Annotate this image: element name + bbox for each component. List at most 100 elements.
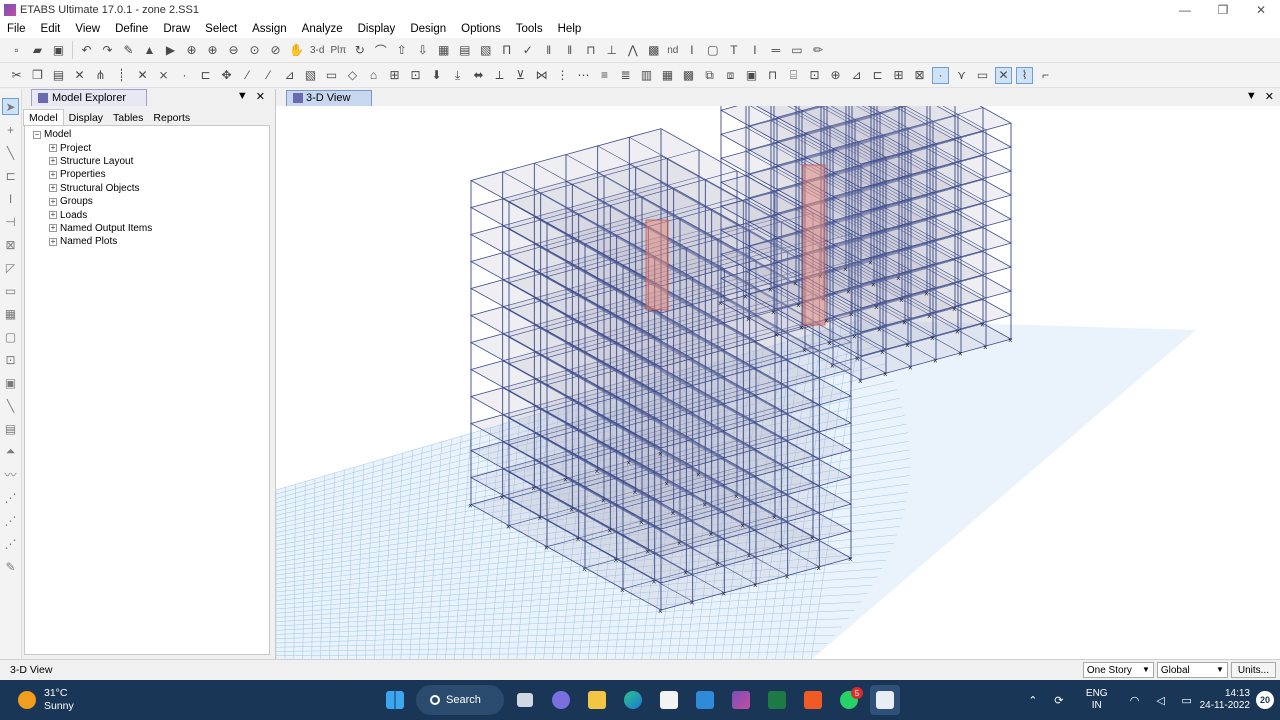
view-options-icon[interactable]: ⧈ [722,67,739,84]
view-dropdown-icon[interactable]: ▼ [1246,90,1257,103]
tab-display[interactable]: Display [64,110,108,126]
cut-icon[interactable]: ✂ [8,67,25,84]
load-area-icon[interactable]: ⬌ [470,67,487,84]
zoom-previous-icon[interactable]: ⊘ [267,42,284,59]
start-button[interactable] [380,685,410,715]
menu-draw[interactable]: Draw [156,23,198,35]
draw-grid-2-icon[interactable]: ▤ [2,420,19,437]
brave-button[interactable] [798,685,828,715]
draw-wall-icon[interactable]: ◇ [344,67,361,84]
draw-floor-icon[interactable]: ◸ [2,259,19,276]
shell-icon[interactable]: ▩ [645,42,662,59]
pan-icon[interactable]: ✋ [288,42,305,59]
paste-icon[interactable]: ▤ [50,67,67,84]
align-icon[interactable]: ┊ [113,67,130,84]
snap-grid-icon[interactable]: ▭ [974,67,991,84]
story-icon[interactable]: ⊏ [197,67,214,84]
redo-icon[interactable]: ↷ [99,42,116,59]
zoom-select-icon[interactable]: ⊕ [827,67,844,84]
tree-root[interactable]: − Model [25,128,269,141]
search-button[interactable]: Search [416,685,504,715]
expand-icon[interactable]: + [49,237,57,246]
expand-icon[interactable]: + [49,197,57,206]
frame-icon[interactable]: Π [498,42,515,59]
view-tab[interactable]: 3-D View [286,89,372,106]
draw-line-2-icon[interactable]: ⁄ [260,67,277,84]
select-intersect-icon[interactable]: ⊞ [890,67,907,84]
copy-icon[interactable]: ❐ [29,67,46,84]
section-2-icon[interactable]: ≣ [617,67,634,84]
file-explorer-button[interactable] [582,685,612,715]
expand-icon[interactable]: + [49,144,57,153]
clock[interactable]: 14:13 24-11-2022 [1200,688,1250,712]
restraint-icon[interactable]: ⊻ [512,67,529,84]
3d-view-button[interactable]: 3-d [310,45,324,56]
menu-design[interactable]: Design [403,23,454,35]
extrusion-icon[interactable]: ⌸ [785,67,802,84]
draw-grid-icon[interactable]: ⊞ [386,67,403,84]
volume-icon[interactable]: ◁ [1154,693,1168,707]
expand-icon[interactable]: + [49,170,57,179]
pier-icon[interactable]: ⋮ [554,67,571,84]
draw-rect-icon[interactable]: ▭ [323,67,340,84]
property-2-icon[interactable]: ▦ [659,67,676,84]
task-view-button[interactable] [510,685,540,715]
draw-joint-icon[interactable]: + [2,121,19,138]
brace-icon[interactable]: ═ [767,42,784,59]
select-window-icon[interactable]: ⊏ [869,67,886,84]
run-analysis-icon[interactable]: ▶ [162,42,179,59]
tab-reports[interactable]: Reports [148,110,195,126]
open-icon[interactable]: ▰ [29,42,46,59]
tree-item-loads[interactable]: + Loads [25,208,269,221]
language-indicator[interactable]: ENG IN [1086,688,1108,712]
wall-icon[interactable]: ▢ [704,42,721,59]
snap-more-icon[interactable]: ⌐ [1037,67,1054,84]
material-icon[interactable]: ▩ [680,67,697,84]
wifi-icon[interactable]: ◠ [1128,693,1142,707]
draw-link-icon[interactable]: ⊿ [281,67,298,84]
set-display-icon[interactable]: ▤ [456,42,473,59]
etabs-taskbar-button[interactable] [726,685,756,715]
menu-analyze[interactable]: Analyze [295,23,351,35]
section-cut-icon[interactable]: I [683,42,700,59]
lock-icon[interactable]: ▲ [141,42,158,59]
move-down-icon[interactable]: ⇩ [414,42,431,59]
grouping-icon[interactable]: ⧉ [701,67,718,84]
design-icon[interactable]: ⋀ [624,42,641,59]
column-icon[interactable]: I [746,42,763,59]
battery-icon[interactable]: ▭ [1180,693,1194,707]
expand-icon[interactable]: + [49,157,57,166]
tree-item-named-plots[interactable]: + Named Plots [25,235,269,248]
explorer-close-icon[interactable]: ✕ [256,90,265,103]
menu-help[interactable]: Help [551,23,590,35]
weather-widget[interactable]: 31°C Sunny [18,687,218,713]
measure-icon[interactable]: ⊿ [848,67,865,84]
perspective-icon[interactable]: ⌒ [372,42,389,59]
all-select-icon[interactable]: ⋰ [2,489,19,506]
tab-tables[interactable]: Tables [108,110,148,126]
shrink-icon[interactable]: ⊡ [806,67,823,84]
section-icon[interactable]: ≡ [596,67,613,84]
load-frame-icon[interactable]: ⤓ [449,67,466,84]
menu-select[interactable]: Select [198,23,245,35]
edge-button[interactable] [618,685,648,715]
tree-item-structure-layout[interactable]: + Structure Layout [25,155,269,168]
draw-x-brace-icon[interactable]: ⊠ [2,236,19,253]
tree-item-properties[interactable]: + Properties [25,168,269,181]
pointer-icon[interactable]: ➤ [2,98,19,115]
close-button[interactable]: ✕ [1242,0,1280,20]
zoom-out-icon[interactable]: ⊖ [225,42,242,59]
snap-line-icon[interactable]: ⋎ [953,67,970,84]
draw-wall-stack-icon[interactable]: ⊡ [2,351,19,368]
store-button[interactable] [654,685,684,715]
explorer-dropdown-icon[interactable]: ▼ [237,90,248,103]
collapse-icon[interactable]: − [33,130,41,139]
replicate-icon[interactable]: ⋔ [92,67,109,84]
refresh-icon[interactable]: ✎ [120,42,137,59]
snap-point-icon[interactable]: · [932,66,949,84]
label-icon[interactable]: ⊓ [764,67,781,84]
zoom-in-icon[interactable]: ⊕ [204,42,221,59]
notifications-badge[interactable]: 20 [1256,691,1274,709]
extrude-icon[interactable]: ▧ [477,42,494,59]
release-icon[interactable]: ⟂ [491,67,508,84]
